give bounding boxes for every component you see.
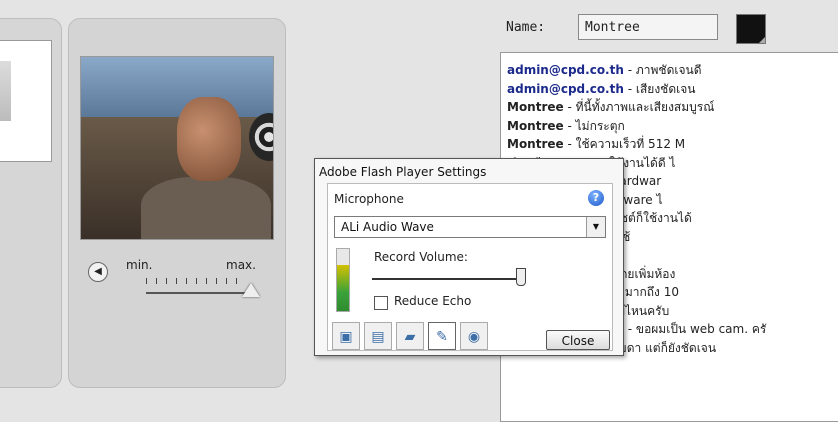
camera-icon[interactable]: ◉ <box>460 322 488 350</box>
dialog-title: Adobe Flash Player Settings <box>319 165 487 179</box>
close-button[interactable]: Close <box>546 330 610 350</box>
chat-text: - ภาพชัดเจนดี <box>623 63 702 77</box>
chat-message: admin@cpd.co.th - เสียงชัดเจน <box>507 80 695 99</box>
help-icon[interactable]: ? <box>588 190 604 206</box>
chat-sender: Montree <box>507 137 564 151</box>
chat-text: - ที่นี้ทั้งภาพและเสียงสมบูรณ์ <box>563 100 715 114</box>
volume-max-label: max. <box>226 258 256 272</box>
chat-text: - เสียงชัดเจน <box>623 81 696 96</box>
dropdown-arrow-icon[interactable]: ▼ <box>586 217 605 237</box>
reduce-echo-label: Reduce Echo <box>394 294 472 308</box>
chat-sender: Montree <box>507 100 564 114</box>
input-level-fill <box>337 264 349 311</box>
chat-message: Montree - ไม่กระตุก <box>507 117 625 136</box>
volume-slider-thumb[interactable] <box>242 283 260 297</box>
chat-text: - ใช้ความเร็วที่ 512 M <box>563 137 686 151</box>
local-storage-icon[interactable]: ▤ <box>364 322 392 350</box>
microphone-select-value: ALi Audio Wave <box>341 220 434 234</box>
webcam-video <box>80 56 274 240</box>
microphone-section-label: Microphone <box>334 192 404 206</box>
record-volume-label: Record Volume: <box>374 250 468 264</box>
chat-message: admin@cpd.co.th - ภาพชัดเจนดี <box>507 61 702 80</box>
left-video-feed <box>0 40 52 162</box>
chat-text: - ไม่กระตุก <box>563 118 625 133</box>
chat-text: - ขอผมเป็น web cam. ครั <box>623 322 767 336</box>
privacy-icon[interactable]: ▣ <box>332 322 360 350</box>
reduce-echo-checkbox[interactable] <box>374 296 388 310</box>
chat-message: Montree - ที่นี้ทั้งภาพและเสียงสมบูรณ์ <box>507 98 714 117</box>
person-body <box>141 177 271 239</box>
chat-sender: admin@cpd.co.th <box>507 63 624 77</box>
volume-controls: ◀ min. max. <box>88 256 278 306</box>
name-color-picker[interactable] <box>736 14 766 44</box>
video-window-bg <box>81 57 273 117</box>
volume-min-label: min. <box>126 258 153 272</box>
chat-sender: admin@cpd.co.th <box>507 81 624 96</box>
record-volume-track[interactable] <box>372 278 524 280</box>
microphone-icon[interactable]: ✎ <box>428 322 456 350</box>
chat-message: Montree - ใช้ความเร็วที่ 512 M <box>507 135 685 154</box>
name-label: Name: <box>506 20 546 35</box>
volume-slider-track[interactable] <box>146 292 256 294</box>
volume-ticks <box>146 278 246 284</box>
chat-sender: Montree <box>507 118 564 133</box>
flash-settings-dialog: Adobe Flash Player Settings Microphone ?… <box>314 158 624 356</box>
settings-panel: Microphone ? ALi Audio Wave ▼ Record Vol… <box>327 183 613 351</box>
input-level-meter <box>336 248 350 312</box>
microphone-select[interactable]: ALi Audio Wave ▼ <box>334 216 606 238</box>
record-volume-thumb[interactable] <box>516 268 526 286</box>
person-head <box>177 97 241 181</box>
name-input[interactable]: Montree <box>578 14 718 40</box>
settings-tabs: ▣ ▤ ▰ ✎ ◉ <box>328 322 538 350</box>
folder-icon[interactable]: ▰ <box>396 322 424 350</box>
speaker-icon[interactable]: ◀ <box>88 262 108 282</box>
